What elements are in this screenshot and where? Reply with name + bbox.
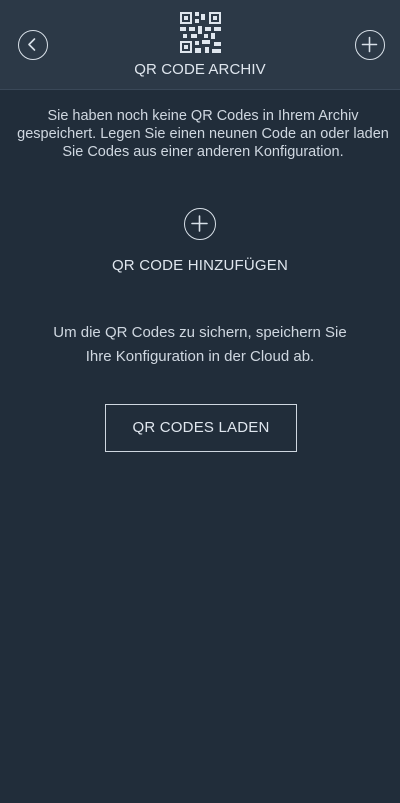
plus-icon [361, 36, 378, 53]
add-qr-code-label[interactable]: QR CODE HINZUFÜGEN [0, 257, 400, 274]
back-button[interactable] [18, 30, 48, 60]
cloud-note-line-2: Ihre Konfiguration in der Cloud ab. [85, 348, 315, 365]
plus-icon [191, 215, 208, 232]
chevron-left-icon [28, 38, 36, 51]
cloud-save-note: Um die QR Codes zu sichern, speichern Si… [20, 321, 380, 369]
header-bar: QR CODE ARCHIV [0, 0, 400, 90]
cloud-note-line-1: Um die QR Codes zu sichern, speichern Si… [53, 324, 347, 341]
qr-archive-screen: QR CODE ARCHIV Sie haben noch keine QR C… [0, 0, 400, 803]
add-qr-code-button[interactable]: QR CODE HINZUFÜGEN [0, 208, 400, 274]
qr-code-icon [180, 12, 221, 53]
empty-archive-message: Sie haben noch keine QR Codes in Ihrem A… [17, 108, 389, 160]
page-title: QR CODE ARCHIV [134, 61, 266, 78]
load-qr-codes-button[interactable]: QR CODES LADEN [105, 404, 297, 452]
add-button[interactable] [355, 30, 385, 60]
add-circle-icon[interactable] [184, 208, 216, 240]
